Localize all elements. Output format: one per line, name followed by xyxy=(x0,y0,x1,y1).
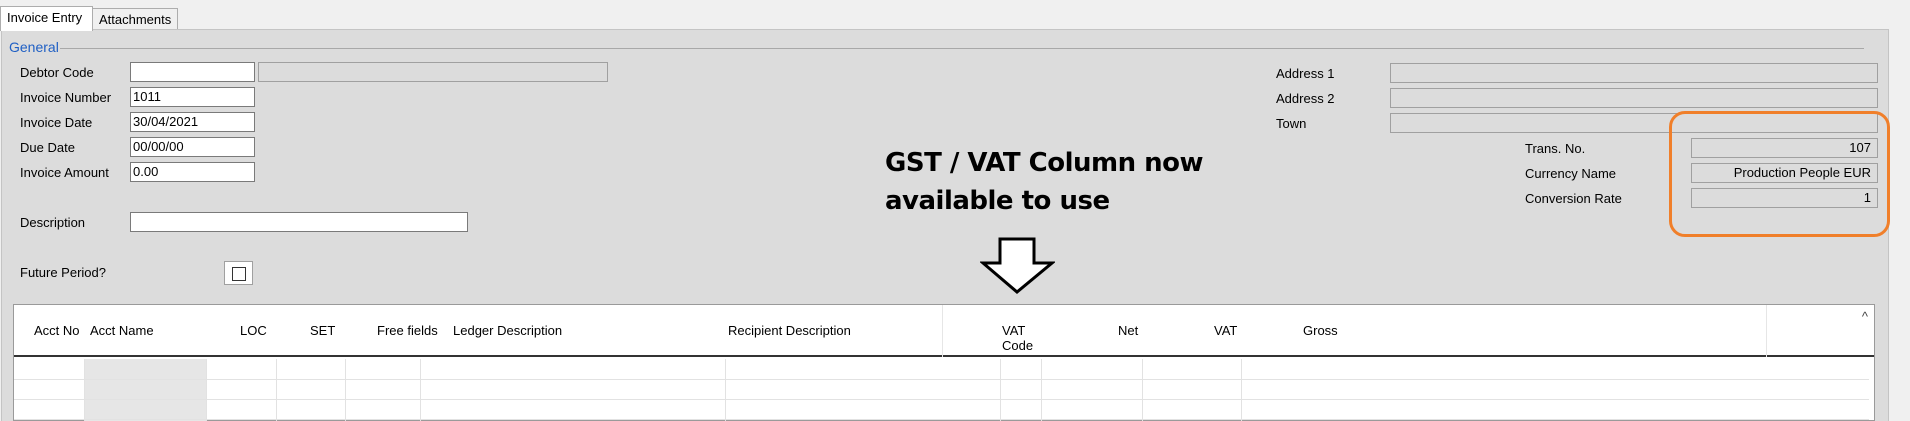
invoice-date-input[interactable]: 30/04/2021 xyxy=(130,112,255,132)
table-row-divider xyxy=(14,419,1869,420)
down-arrow-icon xyxy=(980,237,1055,294)
address2-field xyxy=(1390,88,1878,108)
col-divider xyxy=(725,359,726,421)
callout-line-1: GST / VAT Column now xyxy=(885,148,1204,178)
future-period-label: Future Period? xyxy=(20,265,106,280)
col-divider xyxy=(1241,359,1242,421)
col-divider xyxy=(276,359,277,421)
callout-text: GST / VAT Column now available to use xyxy=(885,144,1204,220)
description-input[interactable] xyxy=(130,212,468,232)
invoice-date-label: Invoice Date xyxy=(20,115,93,130)
col-net[interactable]: Net xyxy=(1118,323,1138,338)
conversion-rate-label: Conversion Rate xyxy=(1525,191,1622,206)
future-period-checkbox[interactable] xyxy=(224,261,253,285)
currency-name-label: Currency Name xyxy=(1525,166,1617,181)
callout-line-2: available to use xyxy=(885,186,1110,216)
description-label: Description xyxy=(20,215,86,230)
address1-label: Address 1 xyxy=(1276,66,1335,81)
grid-header: Acct No Acct Name LOC SET Free fields Le… xyxy=(14,305,1874,357)
col-divider xyxy=(1142,359,1143,421)
invoice-lines-grid: Acct No Acct Name LOC SET Free fields Le… xyxy=(13,304,1875,421)
col-acct-name[interactable]: Acct Name xyxy=(90,323,154,338)
table-row-divider xyxy=(14,379,1869,380)
header-separator xyxy=(942,305,943,357)
col-vat[interactable]: VAT xyxy=(1214,323,1237,338)
group-divider xyxy=(60,48,1864,49)
col-divider xyxy=(1041,359,1042,421)
col-recipient-description[interactable]: Recipient Description xyxy=(728,323,851,338)
due-date-label: Due Date xyxy=(20,140,75,155)
due-date-input[interactable]: 00/00/00 xyxy=(130,137,255,157)
grid-body[interactable] xyxy=(14,359,1869,421)
col-divider xyxy=(84,359,85,421)
table-row-divider xyxy=(14,399,1869,400)
address1-field xyxy=(1390,63,1878,83)
col-divider xyxy=(206,359,207,421)
debtor-code-input[interactable] xyxy=(130,62,255,82)
col-vat-code[interactable]: VAT Code xyxy=(1002,323,1033,353)
address2-label: Address 2 xyxy=(1276,91,1335,106)
col-divider xyxy=(345,359,346,421)
invoice-number-label: Invoice Number xyxy=(20,90,112,105)
debtor-name-display xyxy=(258,62,608,82)
col-divider xyxy=(1000,359,1001,421)
col-divider xyxy=(420,359,421,421)
col-acct-no[interactable]: Acct No xyxy=(34,323,80,338)
header-separator xyxy=(1766,305,1767,357)
checkbox-box-icon xyxy=(232,267,246,281)
col-vat-code-line-1: VAT xyxy=(1002,323,1026,338)
col-free-fields[interactable]: Free fields xyxy=(377,323,438,338)
acct-name-shaded-column xyxy=(84,359,206,421)
currency-highlight-box xyxy=(1669,111,1890,237)
tab-invoice-entry[interactable]: Invoice Entry xyxy=(0,6,93,31)
group-general-label: General xyxy=(9,39,59,55)
scroll-up-icon[interactable]: ^ xyxy=(1862,309,1868,324)
col-gross[interactable]: Gross xyxy=(1303,323,1338,338)
col-set[interactable]: SET xyxy=(310,323,335,338)
tab-attachments[interactable]: Attachments xyxy=(92,8,178,30)
col-loc[interactable]: LOC xyxy=(240,323,267,338)
invoice-amount-label: Invoice Amount xyxy=(20,165,109,180)
col-vat-code-line-2: Code xyxy=(1002,338,1034,353)
invoice-amount-input[interactable]: 0.00 xyxy=(130,162,255,182)
town-label: Town xyxy=(1276,116,1307,131)
col-ledger-description[interactable]: Ledger Description xyxy=(453,323,562,338)
invoice-number-input[interactable]: 1011 xyxy=(130,87,255,107)
debtor-code-label: Debtor Code xyxy=(20,65,94,80)
trans-no-label: Trans. No. xyxy=(1525,141,1586,156)
